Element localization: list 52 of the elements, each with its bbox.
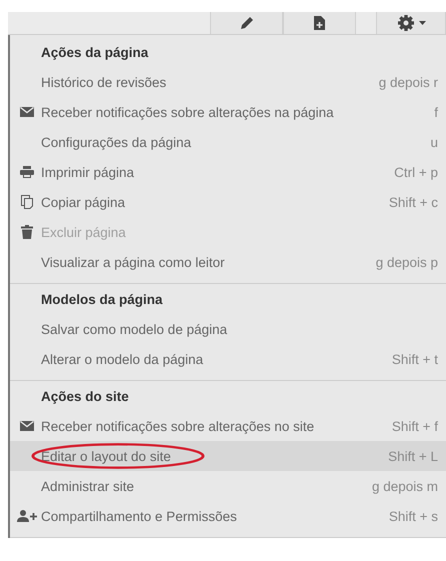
shortcut-text: Shift + c xyxy=(388,194,439,210)
menu-item[interactable]: Alterar o modelo da página Shift + t xyxy=(10,344,446,374)
item-label: Receber notificações sobre alterações na página xyxy=(41,104,335,120)
section-heading: Modelos da página xyxy=(41,292,163,306)
menu-item[interactable]: Editar o layout do site Shift + L xyxy=(10,441,446,471)
new-page-icon xyxy=(314,16,325,30)
pencil-icon xyxy=(240,16,254,30)
shortcut-text: f xyxy=(434,104,439,120)
item-label: Compartilhamento e Permissões xyxy=(41,508,238,524)
edit-button[interactable] xyxy=(210,12,283,34)
shortcut-text: Shift + L xyxy=(388,448,439,464)
menu-item[interactable]: Compartilhamento e Permissões Shift + s xyxy=(10,501,446,531)
copy-icon xyxy=(20,195,32,209)
menu-item[interactable]: Histórico de revisões g depois r xyxy=(10,67,446,97)
item-label: Copiar página xyxy=(41,194,126,210)
shortcut-text: Shift + s xyxy=(388,508,439,524)
settings-button[interactable] xyxy=(376,12,446,34)
item-label: Configurações da página xyxy=(41,134,192,150)
item-label: Receber notificações sobre alterações no site xyxy=(41,418,316,434)
envelope-icon xyxy=(20,421,34,431)
shortcut-text: g depois m xyxy=(372,478,439,494)
shortcut-text: g depois r xyxy=(378,74,439,90)
trash-icon xyxy=(20,225,32,239)
section-heading: Ações do site xyxy=(41,388,129,404)
menu-item[interactable]: Receber notificações sobre alterações no site Shift + f xyxy=(10,411,446,441)
printer-icon xyxy=(20,166,34,178)
shortcut-text: u xyxy=(430,134,439,150)
item-label: Excluir página xyxy=(41,224,127,240)
section-heading: Ações da página xyxy=(41,44,148,60)
item-label: Histórico de revisões xyxy=(41,74,168,90)
envelope-icon xyxy=(20,107,34,117)
shortcut-text: Ctrl + p xyxy=(394,164,439,180)
item-label: Administrar site xyxy=(41,478,136,494)
shortcut-text: g depois p xyxy=(376,254,439,270)
menu-item[interactable]: Salvar como modelo de página xyxy=(10,314,446,344)
item-label: Salvar como modelo de página xyxy=(41,322,228,336)
menu-item[interactable]: Imprimir página Ctrl + p xyxy=(10,157,446,187)
shortcut-text: Shift + f xyxy=(392,418,439,434)
item-label: Imprimir página xyxy=(41,164,136,180)
menu-item[interactable]: Configurações da página u xyxy=(10,127,446,157)
shortcut-text: Shift + t xyxy=(392,352,439,366)
new-page-button[interactable] xyxy=(283,12,356,34)
add-person-icon xyxy=(16,510,36,522)
menu-item[interactable]: Visualizar a página como leitor g depois p xyxy=(10,247,446,277)
gear-icon xyxy=(396,14,414,32)
item-label: Editar o layout do site xyxy=(41,448,172,464)
item-label: Alterar o modelo da página xyxy=(41,352,204,366)
menu-item[interactable]: Copiar página Shift + c xyxy=(10,187,446,217)
menu-item[interactable]: Administrar site g depois m xyxy=(10,471,446,501)
caret-icon xyxy=(418,21,426,25)
item-label: Visualizar a página como leitor xyxy=(41,254,226,270)
menu-item[interactable]: Receber notificações sobre alterações na página f xyxy=(10,97,446,127)
